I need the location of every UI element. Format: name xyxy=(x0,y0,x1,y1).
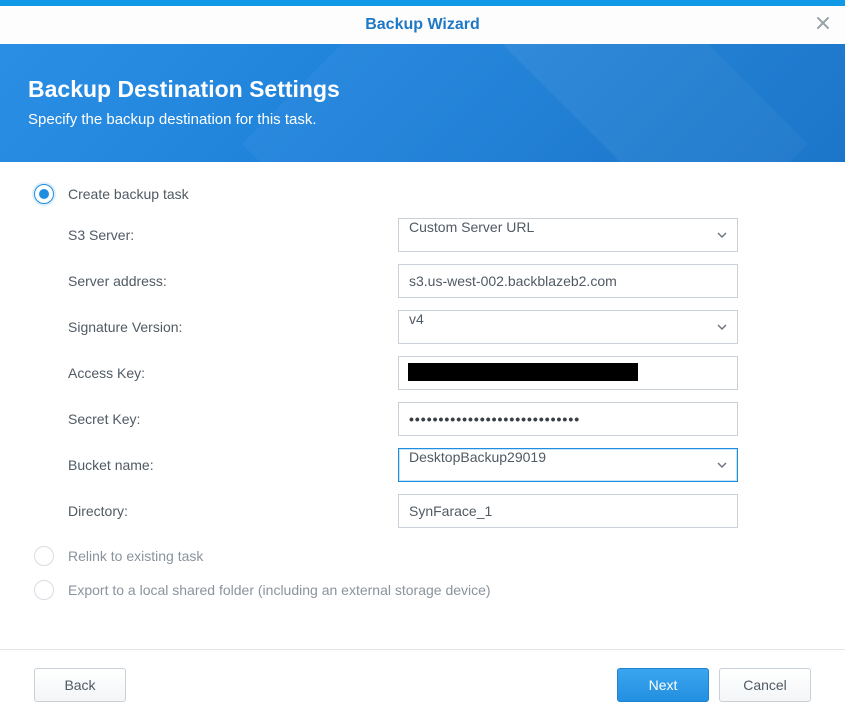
label-server-address: Server address: xyxy=(68,273,398,289)
label-access-key: Access Key: xyxy=(68,365,398,381)
option-export-local[interactable]: Export to a local shared folder (includi… xyxy=(34,580,811,600)
input-server-address[interactable] xyxy=(398,264,738,298)
titlebar-title: Backup Wizard xyxy=(365,16,480,34)
option-create-backup[interactable]: Create backup task xyxy=(34,184,811,204)
label-directory: Directory: xyxy=(68,503,398,519)
radio-export[interactable] xyxy=(34,580,54,600)
next-button[interactable]: Next xyxy=(617,668,709,702)
input-secret-key[interactable]: ••••••••••••••••••••••••••••• xyxy=(398,402,738,436)
close-icon[interactable] xyxy=(815,14,831,37)
radio-relink[interactable] xyxy=(34,546,54,566)
label-s3-server: S3 Server: xyxy=(68,227,398,243)
create-backup-form: S3 Server: Custom Server URL Server addr… xyxy=(68,218,811,528)
row-access-key: Access Key: xyxy=(68,356,811,390)
option-create-label: Create backup task xyxy=(68,186,189,202)
row-signature-version: Signature Version: v4 xyxy=(68,310,811,344)
row-secret-key: Secret Key: ••••••••••••••••••••••••••••… xyxy=(68,402,811,436)
label-secret-key: Secret Key: xyxy=(68,411,398,427)
select-bucket-name[interactable]: DesktopBackup29019 xyxy=(398,448,738,482)
footer: Back Next Cancel xyxy=(0,649,845,702)
row-bucket-name: Bucket name: DesktopBackup29019 xyxy=(68,448,811,482)
option-relink-label: Relink to existing task xyxy=(68,548,203,564)
option-export-label: Export to a local shared folder (includi… xyxy=(68,582,491,598)
page-subtitle: Specify the backup destination for this … xyxy=(28,111,817,128)
select-signature-version-value[interactable]: v4 xyxy=(398,310,738,344)
input-directory[interactable] xyxy=(398,494,738,528)
option-relink-task[interactable]: Relink to existing task xyxy=(34,546,811,566)
select-s3-server-value[interactable]: Custom Server URL xyxy=(398,218,738,252)
row-server-address: Server address: xyxy=(68,264,811,298)
select-s3-server[interactable]: Custom Server URL xyxy=(398,218,738,252)
back-button[interactable]: Back xyxy=(34,668,126,702)
titlebar: Backup Wizard xyxy=(0,6,845,44)
select-signature-version[interactable]: v4 xyxy=(398,310,738,344)
row-directory: Directory: xyxy=(68,494,811,528)
cancel-button[interactable]: Cancel xyxy=(719,668,811,702)
page-title: Backup Destination Settings xyxy=(28,76,817,103)
radio-create[interactable] xyxy=(34,184,54,204)
select-bucket-name-value[interactable]: DesktopBackup29019 xyxy=(398,448,738,482)
banner: Backup Destination Settings Specify the … xyxy=(0,44,845,162)
row-s3-server: S3 Server: Custom Server URL xyxy=(68,218,811,252)
label-bucket-name: Bucket name: xyxy=(68,457,398,473)
backup-wizard-window: Backup Wizard Backup Destination Setting… xyxy=(0,0,845,724)
content-area: Create backup task S3 Server: Custom Ser… xyxy=(0,162,845,600)
label-signature-version: Signature Version: xyxy=(68,319,398,335)
redacted-access-key xyxy=(408,363,638,381)
